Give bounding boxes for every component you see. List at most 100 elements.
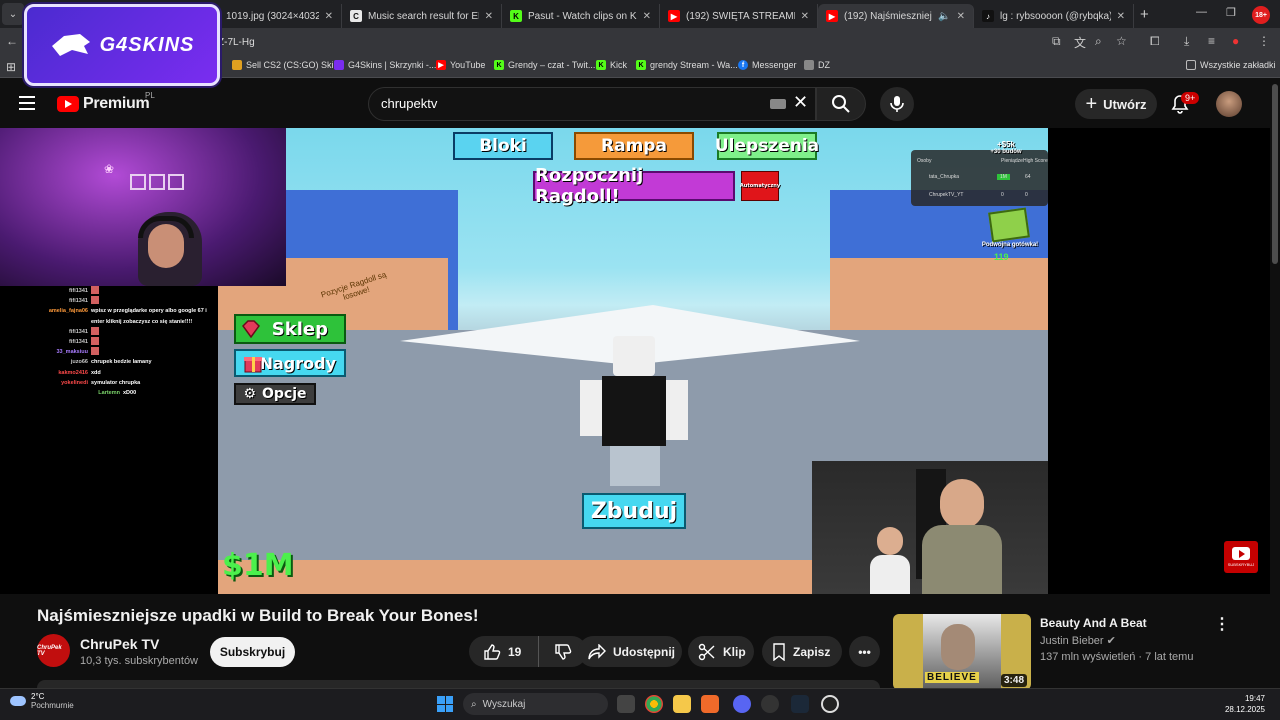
task-view-icon[interactable] [617,695,635,713]
recommended-thumbnail[interactable]: BELIEVE 3:48 [893,614,1031,690]
zoom-icon[interactable]: ⌕ [1095,34,1102,49]
tab-music-search[interactable]: C Music search result for EPIC M ✕ [342,4,502,28]
minimize-icon[interactable]: — [1196,6,1207,18]
close-icon[interactable]: ✕ [485,11,493,22]
create-button[interactable]: + Utwórz [1075,89,1157,119]
user-avatar[interactable] [1216,91,1242,117]
close-icon[interactable]: ✕ [643,11,651,22]
keyboard-icon[interactable] [770,99,786,109]
voice-search-button[interactable] [880,87,914,121]
bookmark-item[interactable]: DZ [804,60,830,70]
clip-button[interactable]: Klip [688,636,754,667]
file-explorer-icon[interactable] [673,695,691,713]
chrome-icon[interactable] [645,695,663,713]
emote-icon [91,296,99,305]
save-button[interactable]: Zapisz [762,636,842,667]
like-button[interactable]: 19 [469,636,539,667]
bookmark-item[interactable]: Kgrendy Stream - Wa... [636,60,738,70]
bookmark-item[interactable]: G4Skins | Skrzynki -... [334,60,436,70]
close-icon[interactable]: ✕ [325,11,333,22]
steam-icon[interactable] [791,695,809,713]
search-button[interactable] [816,87,866,121]
menu-icon[interactable]: ⋮ [1258,34,1270,48]
game-blocks-button: Bloki [453,132,553,160]
more-actions-button[interactable]: ••• [849,636,880,667]
download-icon[interactable]: ⤓ [1184,34,1189,49]
chat-message: fifi1341 [30,326,220,337]
weather-widget[interactable]: 2°C Pochmurnie [10,692,74,710]
guest-webcam [812,461,1048,594]
subscriber-count: 10,3 tys. subskrybentów [80,655,199,667]
notification-count-badge: 9+ [1181,92,1200,104]
tab-search-button[interactable]: ⌄ [2,3,24,25]
game-upgrades-button: Ulepszenia [715,132,819,160]
gift-icon [244,357,262,373]
speaker-icon[interactable]: 🔈 [938,11,950,22]
child-figure [870,527,910,594]
man-figure [922,479,1002,594]
bookmark-item[interactable]: ▶ YouTube [436,60,485,70]
back-icon[interactable]: ← [6,34,18,48]
windows-start-icon[interactable] [437,696,453,712]
system-clock[interactable]: 19:47 28.12.2025 [1225,693,1265,715]
bookmark-item[interactable]: K Grendy – czat - Twit... [494,60,595,70]
app-icon[interactable] [761,695,779,713]
emote-icon [91,326,99,335]
subscribe-button[interactable]: Subskrybuj [210,637,295,667]
tab-kick[interactable]: K Pasut - Watch clips on Kick ✕ [502,4,660,28]
clear-search-icon[interactable]: ✕ [793,92,808,113]
tab-title: Pasut - Watch clips on Kick [528,10,637,22]
app-icon[interactable] [701,695,719,713]
recommended-channel[interactable]: Justin Bieber ✔ [1040,634,1116,647]
subscribe-watermark[interactable]: SUBSKRYBUJ [1224,541,1258,573]
close-icon[interactable]: ✕ [957,11,965,22]
tab-image[interactable]: 1019.jpg (3024×4032) ✕ [218,4,342,28]
taskbar-search[interactable]: ⌕ Wyszukaj [463,693,608,715]
address-bar[interactable]: Z-7L-Hg [218,37,255,48]
scissors-icon [698,643,715,660]
chat-message: Lartemn xD00 [98,390,137,397]
recommended-title[interactable]: Beauty And A Beat [1040,616,1147,630]
discord-icon[interactable] [733,695,751,713]
maximize-icon[interactable]: ❐ [1226,6,1236,19]
tab-title: lg : rybsoooon (@rybqka) | Tik [1000,10,1111,22]
close-icon[interactable]: ✕ [801,11,809,22]
bookmark-item[interactable]: K Kick [596,60,627,70]
video-duration: 3:48 [1000,674,1027,687]
g4skins-overlay[interactable]: G4SKINS [24,4,220,86]
more-icon[interactable]: ⋮ [1214,614,1230,634]
media-icon[interactable]: ≡ [1208,34,1215,48]
share-icon [588,643,606,659]
bookmark-star-icon[interactable]: ☆ [1116,34,1127,48]
apps-icon[interactable]: ⊞ [6,60,16,74]
tab-youtube-active[interactable]: ▶ (192) Najśmieszniejsze upa 🔈 ✕ [818,4,974,28]
kick-icon: K [510,10,522,22]
game-auto-button: Automatyczny [740,171,780,201]
game-build-button: Zbuduj [582,493,686,529]
account-icon[interactable]: ● [1232,34,1239,48]
media-player-icon[interactable] [821,695,839,713]
youtube-logo[interactable]: Premium PL [57,91,155,113]
tab-youtube-streamers[interactable]: ▶ (192) ŚWIĘTA STREAMERÓW! ✕ [660,4,818,28]
all-bookmarks[interactable]: Wszystkie zakładki [1186,60,1276,70]
profile-badge[interactable]: 18+ [1252,6,1270,24]
scrollbar-thumb[interactable] [1272,84,1278,264]
channel-avatar[interactable]: ChruPek TV [37,634,70,667]
channel-name[interactable]: ChruPek TV [80,636,159,652]
extensions-icon[interactable]: ⧠ [1150,34,1160,49]
translate-icon[interactable]: 文 [1074,34,1086,51]
bookmark-item[interactable]: Sell CS2 (CS:GO) Ski... [232,60,341,70]
chat-message: kakmo2416 xdd [58,369,101,376]
wall-frames [130,174,190,194]
search-input[interactable]: chrupektv [381,96,437,111]
menu-icon[interactable] [19,96,35,110]
bookmark-item[interactable]: f Messenger [738,60,797,70]
share-button[interactable]: Udostępnij [578,636,682,667]
tab-tiktok[interactable]: ♪ lg : rybsoooon (@rybqka) | Tik ✕ [974,4,1134,28]
new-tab-button[interactable]: + [1140,6,1149,23]
recommended-views: 137 mln wyświetleń · 7 lat temu [1040,651,1194,663]
close-icon[interactable]: ✕ [1117,11,1125,22]
thumbs-down-icon [555,643,572,660]
cast-icon[interactable]: ⧉ [1052,34,1061,49]
description-box[interactable] [37,680,880,688]
